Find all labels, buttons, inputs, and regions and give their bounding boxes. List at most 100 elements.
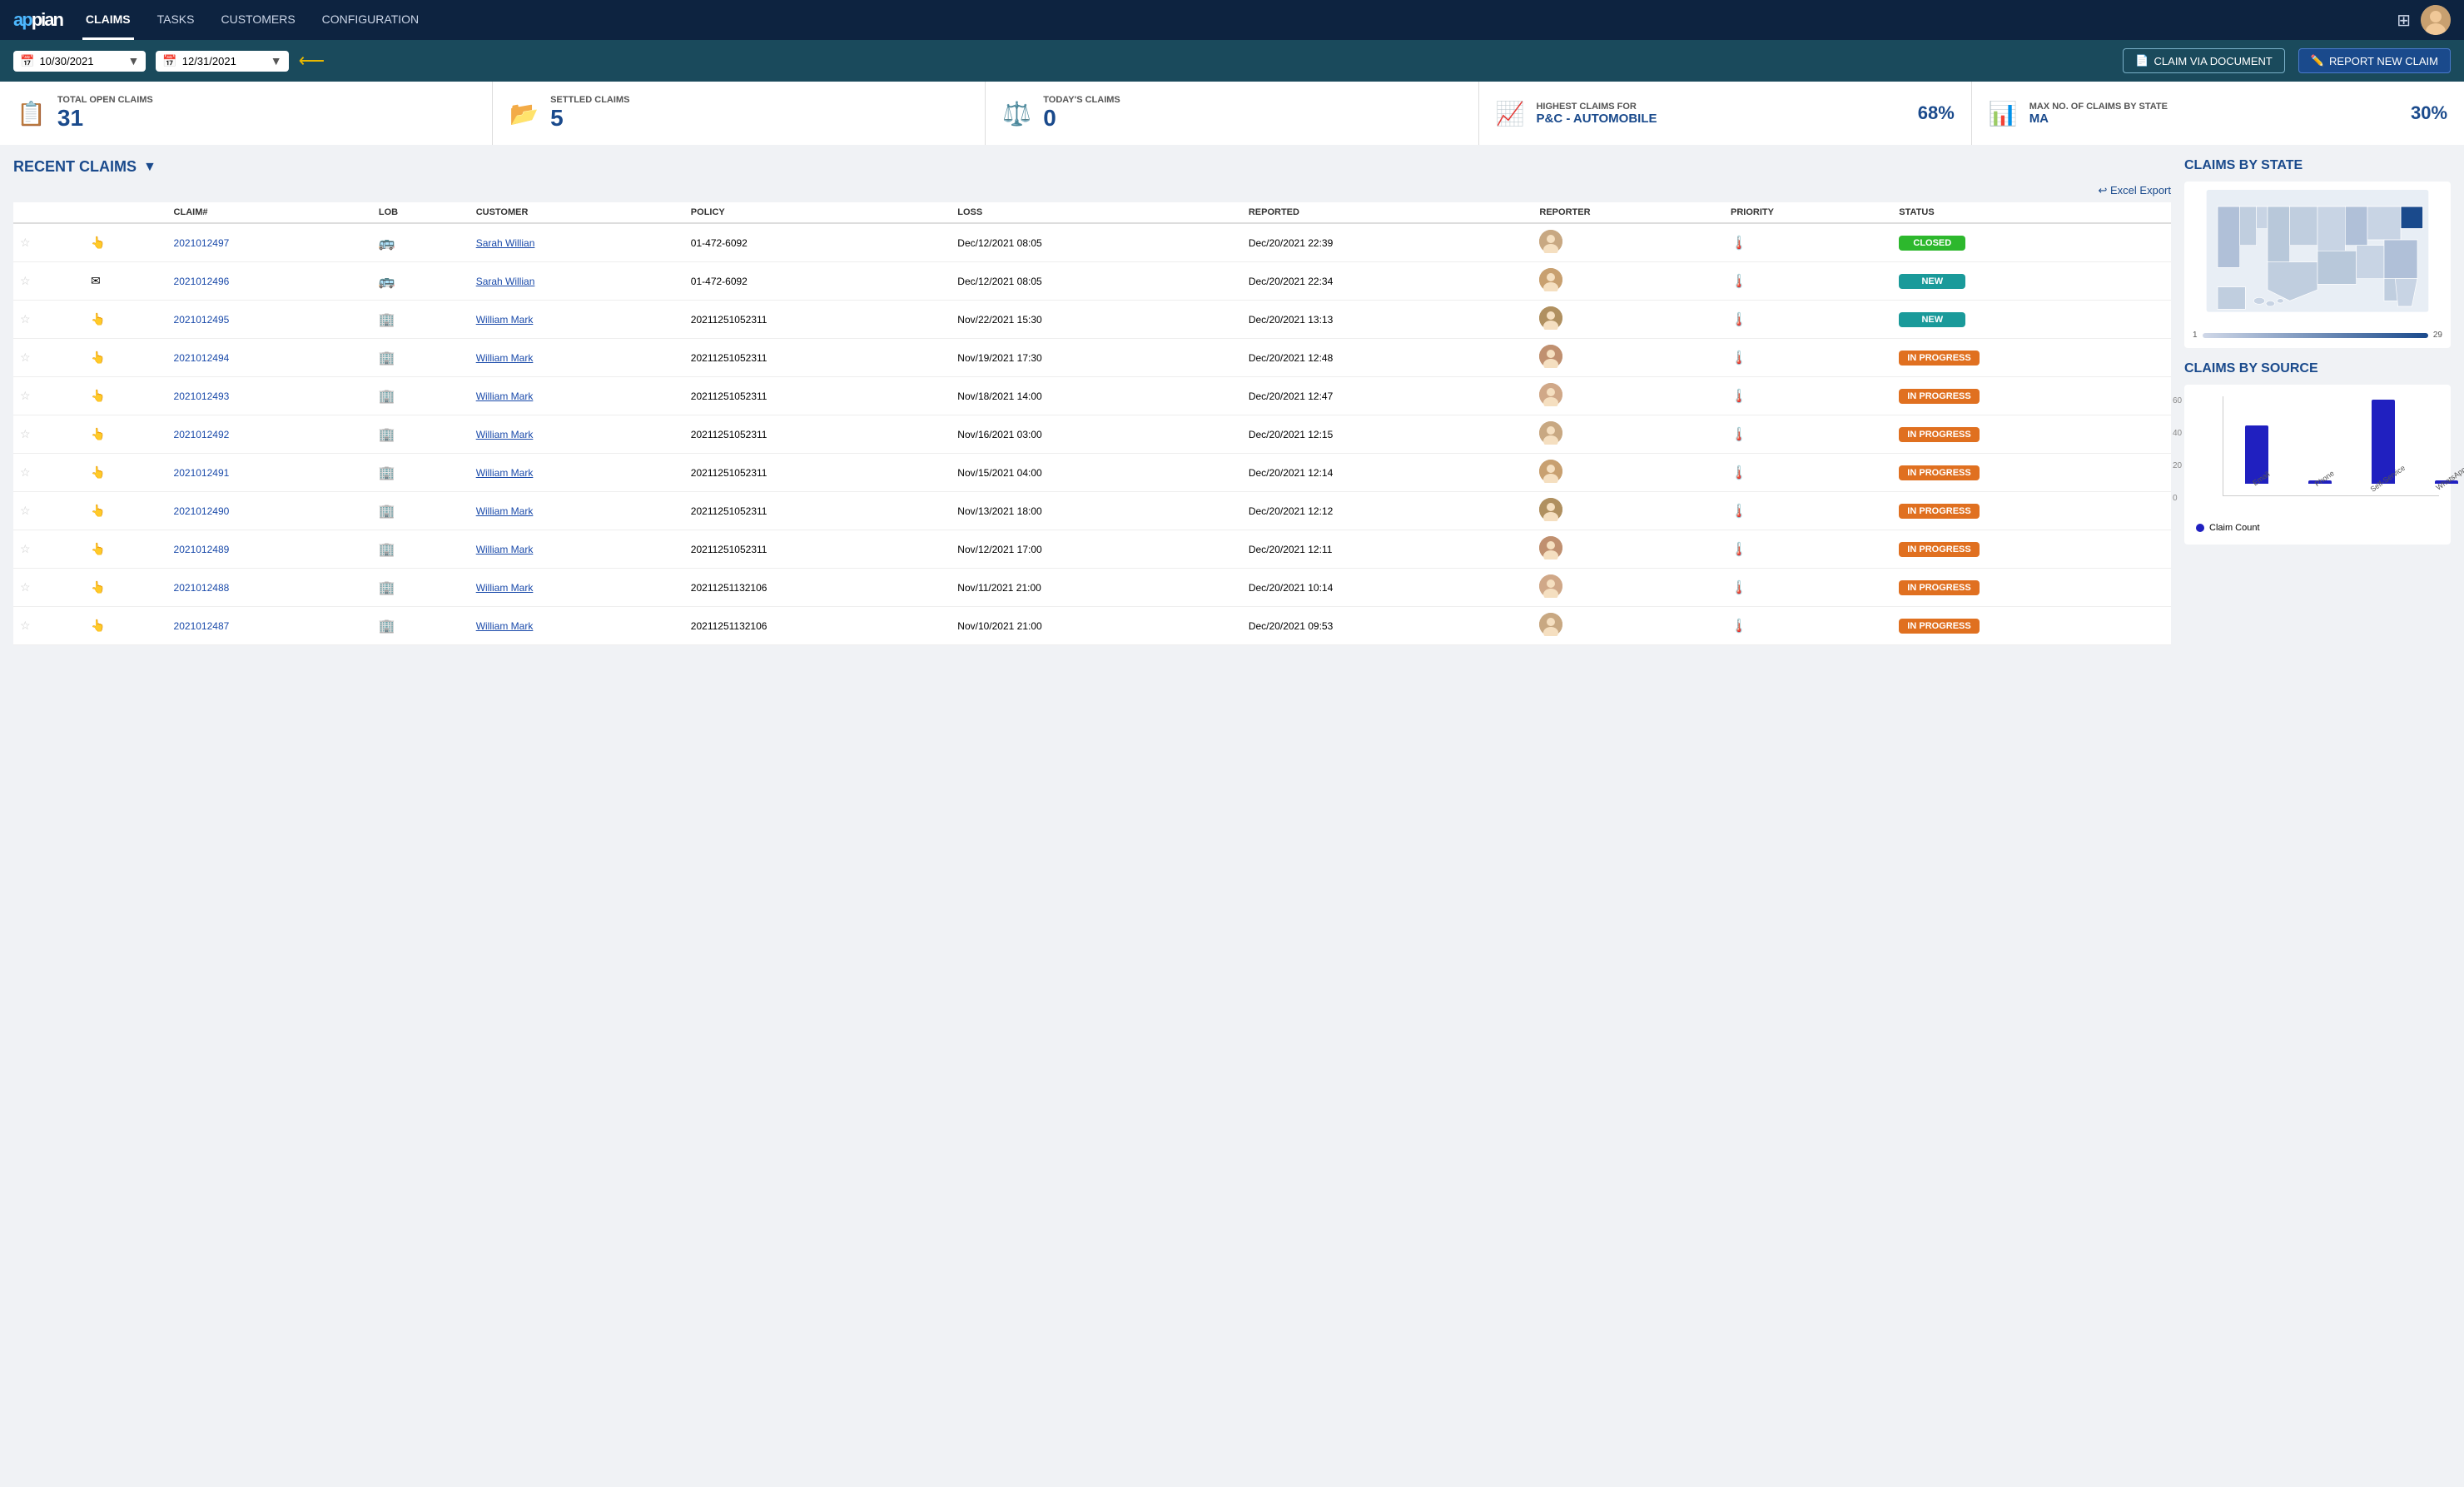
- loss-cell: Dec/12/2021 08:05: [951, 262, 1242, 301]
- star-icon[interactable]: ☆: [20, 427, 31, 440]
- customer-link[interactable]: William Mark: [476, 429, 534, 440]
- hand-icon[interactable]: 👆: [91, 580, 105, 594]
- star-cell: ☆: [13, 607, 84, 645]
- hand-icon[interactable]: 👆: [91, 542, 105, 555]
- claim-link[interactable]: 2021012494: [174, 352, 230, 364]
- hand-icon[interactable]: 👆: [91, 236, 105, 249]
- report-new-claim-button[interactable]: ✏️ REPORT NEW CLAIM: [2298, 48, 2451, 73]
- calendar-icon-left[interactable]: 📅: [20, 54, 34, 68]
- customer-link[interactable]: William Mark: [476, 390, 534, 402]
- hand-icon[interactable]: 👆: [91, 389, 105, 402]
- star-icon[interactable]: ☆: [20, 236, 31, 249]
- date-to-input[interactable]: 12/31/2021: [182, 55, 266, 67]
- hand-icon[interactable]: 👆: [91, 351, 105, 364]
- customer-cell: William Mark: [469, 377, 684, 415]
- right-panel: CLAIMS BY STATE: [2184, 158, 2451, 645]
- priority-cell: 🌡️: [1724, 377, 1892, 415]
- priority-icon: 🌡️: [1731, 351, 1747, 366]
- claim-link[interactable]: 2021012497: [174, 237, 230, 249]
- hand-icon[interactable]: 👆: [91, 427, 105, 440]
- claim-link[interactable]: 2021012496: [174, 276, 230, 287]
- date-from-input[interactable]: 10/30/2021: [39, 55, 122, 67]
- claim-link[interactable]: 2021012487: [174, 620, 230, 632]
- map-scale: 1 29: [2193, 331, 2442, 340]
- grid-icon[interactable]: ⊞: [2397, 10, 2411, 31]
- stat-today-label: TODAY'S CLAIMS: [1043, 95, 1120, 105]
- star-icon[interactable]: ☆: [20, 389, 31, 402]
- reporter-avatar: [1539, 421, 1562, 445]
- priority-cell: 🌡️: [1724, 339, 1892, 377]
- nav-tasks[interactable]: TASKS: [154, 1, 198, 40]
- nav-configuration[interactable]: CONFIGURATION: [319, 1, 422, 40]
- stat-settled-label: SETTLED CLAIMS: [550, 95, 629, 105]
- calendar-icon-left2[interactable]: 📅: [162, 54, 176, 68]
- customer-link[interactable]: Sarah Willian: [476, 237, 535, 249]
- calendar-icon-right2[interactable]: ▼: [271, 54, 282, 67]
- excel-export-button[interactable]: ↩ Excel Export: [2099, 184, 2172, 196]
- table-row: ☆ 👆 2021012495 🏢 William Mark 2021125105…: [13, 301, 2171, 339]
- status-cell: NEW: [1892, 262, 2171, 301]
- col-claim: CLAIM#: [167, 202, 372, 223]
- filter-icon[interactable]: ▼: [143, 160, 156, 175]
- lob-icon: 🏢: [379, 428, 395, 442]
- customer-cell: Sarah Willian: [469, 262, 684, 301]
- hand-icon[interactable]: 👆: [91, 504, 105, 517]
- hand-icon[interactable]: 👆: [91, 619, 105, 632]
- claim-link[interactable]: 2021012493: [174, 390, 230, 402]
- priority-cell: 🌡️: [1724, 492, 1892, 530]
- claim-cell: 2021012494: [167, 339, 372, 377]
- claim-link[interactable]: 2021012491: [174, 467, 230, 479]
- star-icon[interactable]: ☆: [20, 619, 31, 632]
- lob-cell: 🚌: [372, 262, 469, 301]
- reporter-cell: [1533, 223, 1724, 262]
- star-icon[interactable]: ☆: [20, 580, 31, 594]
- claim-link[interactable]: 2021012490: [174, 505, 230, 517]
- star-icon[interactable]: ☆: [20, 351, 31, 364]
- reported-cell: Dec/20/2021 22:34: [1242, 262, 1533, 301]
- lob-icon: 🚌: [379, 236, 395, 251]
- star-icon[interactable]: ☆: [20, 274, 31, 287]
- customer-link[interactable]: William Mark: [476, 467, 534, 479]
- hand-icon[interactable]: 👆: [91, 312, 105, 326]
- star-cell: ☆: [13, 530, 84, 569]
- nav-customers[interactable]: CUSTOMERS: [217, 1, 298, 40]
- toolbar-actions: 📄 CLAIM VIA DOCUMENT ✏️ REPORT NEW CLAIM: [2123, 48, 2451, 73]
- customer-link[interactable]: William Mark: [476, 620, 534, 632]
- policy-cell: 01-472-6092: [684, 262, 951, 301]
- customer-link[interactable]: William Mark: [476, 582, 534, 594]
- app-logo[interactable]: appian: [13, 9, 62, 31]
- hand-icon[interactable]: ✉: [91, 274, 101, 287]
- star-icon[interactable]: ☆: [20, 504, 31, 517]
- stat-total-label: TOTAL OPEN CLAIMS: [57, 95, 153, 105]
- claim-link[interactable]: 2021012495: [174, 314, 230, 326]
- scale-min: 1: [2193, 331, 2198, 340]
- reporter-cell: [1533, 569, 1724, 607]
- table-row: ☆ 👆 2021012488 🏢 William Mark 2021125113…: [13, 569, 2171, 607]
- calendar-icon-right[interactable]: ▼: [127, 54, 139, 67]
- nav-claims[interactable]: CLAIMS: [82, 1, 134, 40]
- main-content: RECENT CLAIMS ▼ ↩ Excel Export CLAIM# LO…: [0, 145, 2464, 659]
- lob-cell: 🏢: [372, 607, 469, 645]
- action-cell: 👆: [84, 454, 167, 492]
- customer-link[interactable]: William Mark: [476, 352, 534, 364]
- priority-icon: 🌡️: [1731, 236, 1747, 251]
- star-icon[interactable]: ☆: [20, 542, 31, 555]
- user-avatar[interactable]: [2421, 5, 2451, 35]
- customer-link[interactable]: William Mark: [476, 505, 534, 517]
- star-icon[interactable]: ☆: [20, 312, 31, 326]
- star-icon[interactable]: ☆: [20, 465, 31, 479]
- claim-link[interactable]: 2021012492: [174, 429, 230, 440]
- claim-link[interactable]: 2021012488: [174, 582, 230, 594]
- max-claims-icon: 📊: [1989, 100, 2018, 127]
- nav-items: CLAIMS TASKS CUSTOMERS CONFIGURATION: [82, 1, 2397, 40]
- customer-link[interactable]: William Mark: [476, 544, 534, 555]
- priority-icon: 🌡️: [1731, 619, 1747, 634]
- policy-cell: 20211251052311: [684, 415, 951, 454]
- priority-cell: 🌡️: [1724, 301, 1892, 339]
- lob-cell: 🏢: [372, 377, 469, 415]
- claim-link[interactable]: 2021012489: [174, 544, 230, 555]
- customer-link[interactable]: William Mark: [476, 314, 534, 326]
- claim-via-document-button[interactable]: 📄 CLAIM VIA DOCUMENT: [2123, 48, 2284, 73]
- customer-link[interactable]: Sarah Willian: [476, 276, 535, 287]
- hand-icon[interactable]: 👆: [91, 465, 105, 479]
